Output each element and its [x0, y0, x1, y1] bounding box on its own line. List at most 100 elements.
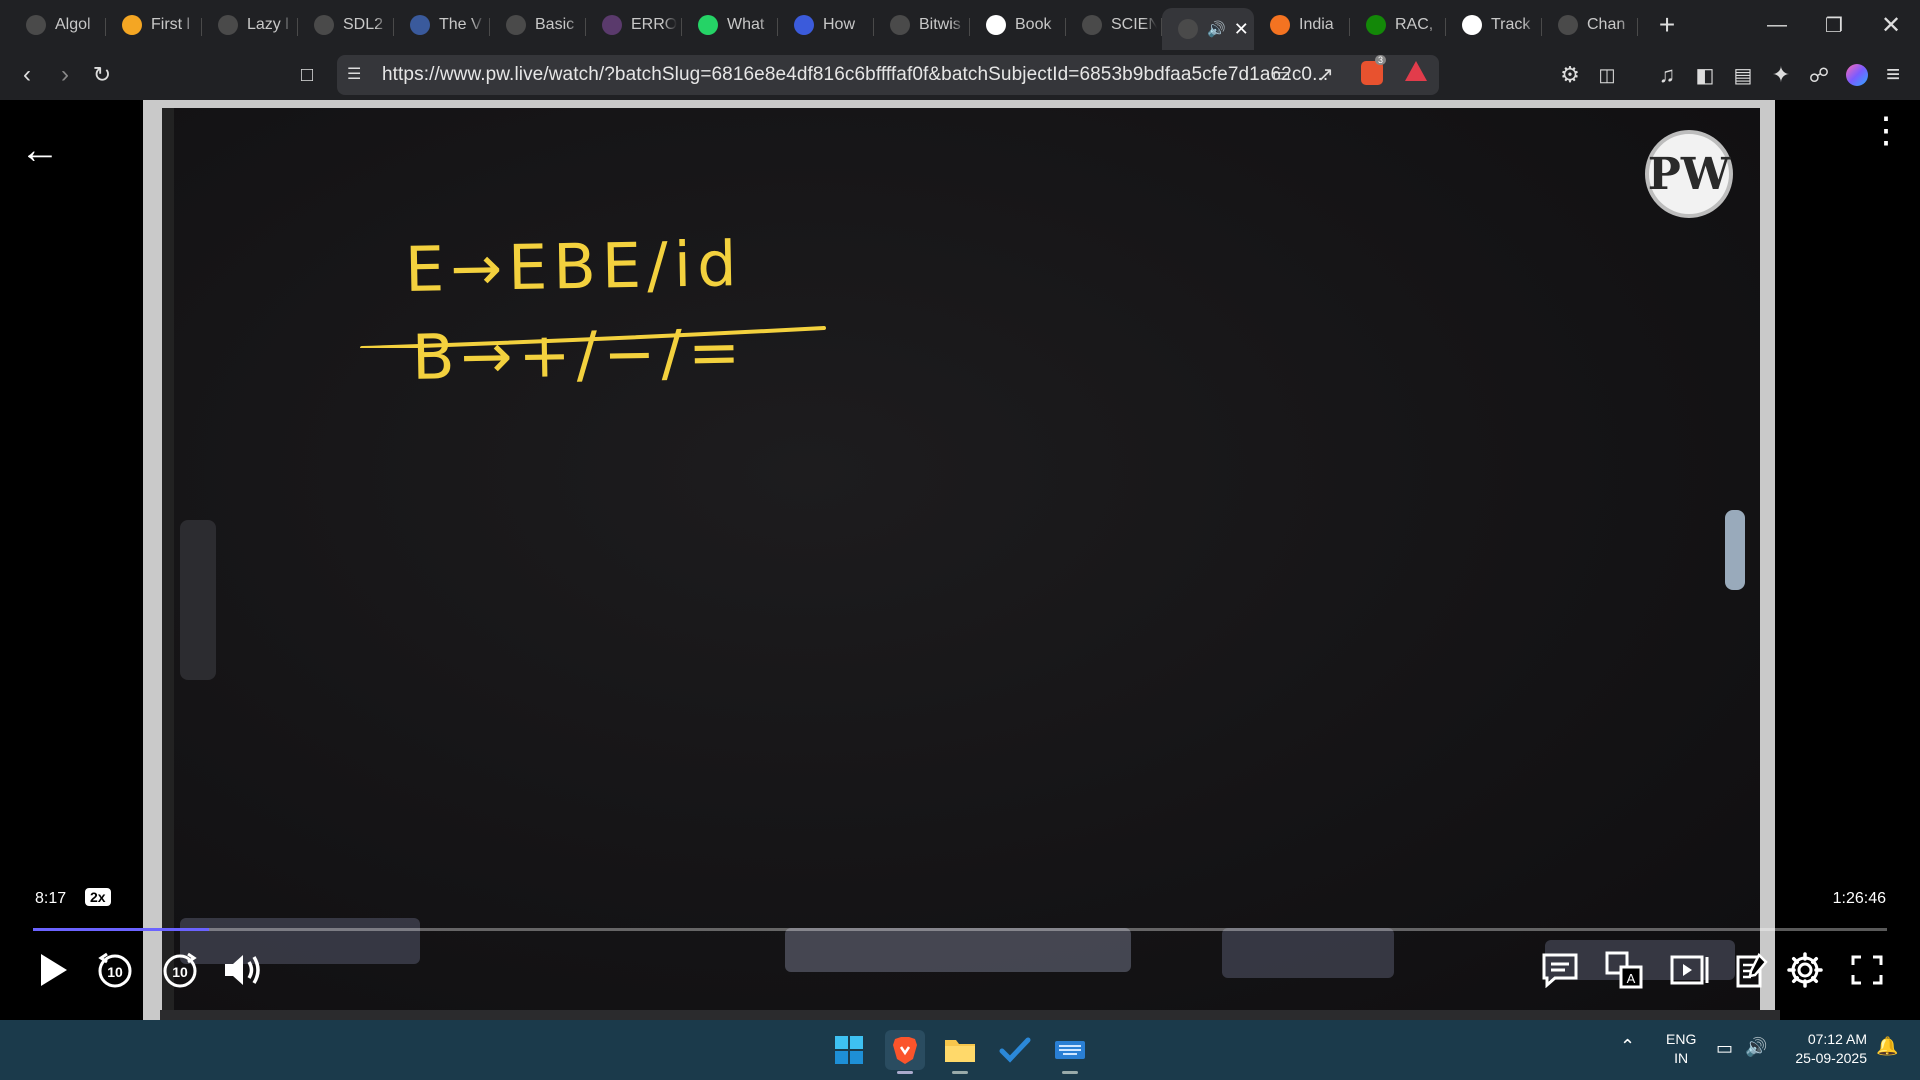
flag-icon [1366, 15, 1386, 35]
start-icon[interactable] [829, 1030, 869, 1070]
tab[interactable]: India [1254, 6, 1350, 44]
bookmark-icon[interactable]: □ [290, 58, 324, 92]
tab[interactable]: SCIEN [1066, 6, 1162, 44]
tab[interactable]: Bitwis [874, 6, 970, 44]
sidebar-icon[interactable]: ◧ [1688, 58, 1722, 92]
menu-icon[interactable]: ≡ [1876, 58, 1910, 92]
tab[interactable]: First l [106, 6, 202, 44]
whiteboard-bezel [160, 1010, 1780, 1020]
tab-close-icon[interactable]: ✕ [1234, 19, 1249, 40]
settings-icon[interactable] [1782, 945, 1828, 995]
more-options-icon[interactable]: ⋮ [1868, 112, 1904, 148]
tab[interactable]: SDL2 [298, 6, 394, 44]
tab-title: Book [1015, 16, 1052, 33]
total-time: 1:26:46 [1832, 890, 1886, 907]
profile-icon[interactable] [1840, 58, 1874, 92]
board-side-tab-left [180, 520, 216, 680]
network-icon[interactable]: ▭ [1716, 1038, 1733, 1059]
tab[interactable]: Chan [1542, 6, 1638, 44]
tab-title: What [727, 16, 765, 33]
tab-audio-icon[interactable]: 🔊 [1207, 20, 1226, 38]
rewind-10-label: 10 [107, 964, 123, 980]
site-icon [890, 15, 910, 35]
tab[interactable]: Lazy l [202, 6, 298, 44]
share-icon[interactable]: ↗ [1317, 62, 1334, 87]
site-settings-icon[interactable]: ☰ [347, 64, 361, 84]
tab-title: Algol [55, 16, 91, 33]
tab[interactable]: Basic [490, 6, 586, 44]
tab[interactable]: ERRO [586, 6, 682, 44]
back-icon[interactable]: ‹ [10, 58, 44, 92]
new-tab-button[interactable]: + [1652, 9, 1682, 41]
tab[interactable]: How [778, 6, 874, 44]
tab-title: Track [1491, 16, 1531, 33]
notifications-icon[interactable]: 🔔 [1876, 1036, 1898, 1057]
current-time: 8:17 [35, 890, 67, 907]
page-icon [506, 15, 526, 35]
file-explorer-icon[interactable] [940, 1030, 980, 1074]
whatsapp-icon [698, 15, 718, 35]
picture-in-picture-icon[interactable] [1668, 945, 1712, 995]
tab[interactable]: RAC, [1350, 6, 1446, 44]
lens-icon [26, 15, 46, 35]
notes-icon[interactable] [1730, 945, 1774, 995]
media-icon[interactable]: ♫ [1650, 58, 1684, 92]
extensions-icon[interactable]: ⚙ [1553, 58, 1587, 92]
tray-overflow-icon[interactable]: ⌃ [1620, 1036, 1635, 1057]
tab-title: Basic [535, 16, 575, 33]
reload-icon[interactable]: ↻ [85, 58, 119, 92]
tab[interactable]: Track [1446, 6, 1542, 44]
tab-active[interactable]: 🔊 ✕ [1162, 8, 1254, 50]
speaker-icon[interactable]: 🔊 [1745, 1037, 1767, 1058]
globe-icon [602, 15, 622, 35]
tab[interactable]: What [682, 6, 778, 44]
windows-taskbar: ⌃ ENG IN ▭ 🔊 07:12 AM 25-09-2025 🔔 [0, 1020, 1920, 1080]
brave-rewards-icon[interactable] [1405, 61, 1427, 81]
chat-icon[interactable] [1538, 945, 1582, 995]
whiteboard [162, 108, 1760, 1020]
board-underline [360, 326, 826, 348]
board-tool-tray-left [180, 918, 420, 964]
language-indicator[interactable]: ENG IN [1666, 1030, 1696, 1068]
tab[interactable]: Algol [10, 6, 106, 44]
fullscreen-icon[interactable] [1845, 945, 1889, 995]
back-arrow-icon[interactable]: ← [20, 128, 60, 173]
browser-toolbar: ‹ › ↻ □ ☰ https://www.pw.live/watch/?bat… [0, 50, 1920, 100]
amazon-icon [1462, 15, 1482, 35]
volume-button[interactable] [218, 945, 268, 995]
todo-icon[interactable] [995, 1030, 1035, 1070]
tab-title: RAC, [1395, 16, 1434, 33]
clock[interactable]: 07:12 AM 25-09-2025 [1785, 1030, 1867, 1068]
cast-icon[interactable]: ▭ [1272, 62, 1291, 87]
leo-ai-icon[interactable]: ✦ [1764, 58, 1798, 92]
reading-mode-icon[interactable]: ◫ [1590, 58, 1624, 92]
board-side-tab-right [1725, 510, 1745, 590]
tab[interactable]: Book [970, 6, 1066, 44]
close-window-button[interactable]: ✕ [1862, 0, 1920, 50]
keyboard-icon[interactable] [1050, 1030, 1090, 1074]
globe-icon [1082, 15, 1102, 35]
tab[interactable]: The V [394, 6, 490, 44]
vpn-icon[interactable]: ☍ [1802, 58, 1836, 92]
translate-icon[interactable]: A [1603, 945, 1647, 995]
clock-date: 25-09-2025 [1795, 1050, 1867, 1066]
forward-icon[interactable]: › [48, 58, 82, 92]
wallet-icon[interactable]: ▤ [1726, 58, 1760, 92]
brave-taskbar-icon[interactable] [885, 1030, 925, 1074]
wordpress-icon [410, 15, 430, 35]
minimize-button[interactable]: — [1748, 0, 1806, 50]
language-code: ENG [1666, 1031, 1697, 1047]
video-player[interactable]: E→EBE/id B→+/−/= PW ← ⋮ 8:17 2x 1:26:46 … [0, 100, 1920, 1020]
progress-fill [33, 928, 210, 931]
progress-bar[interactable] [33, 928, 1887, 931]
google-icon [986, 15, 1006, 35]
forward-10-button[interactable]: 10 [157, 945, 203, 995]
svg-text:A: A [1627, 971, 1636, 986]
speed-badge[interactable]: 2x [85, 888, 111, 906]
address-bar[interactable]: ☰ https://www.pw.live/watch/?batchSlug=6… [337, 55, 1439, 95]
url-text[interactable]: https://www.pw.live/watch/?batchSlug=681… [382, 64, 1328, 86]
forward-10-label: 10 [172, 964, 188, 980]
play-button[interactable] [30, 945, 76, 995]
restore-button[interactable]: ❐ [1805, 0, 1863, 50]
rewind-10-button[interactable]: 10 [92, 945, 138, 995]
